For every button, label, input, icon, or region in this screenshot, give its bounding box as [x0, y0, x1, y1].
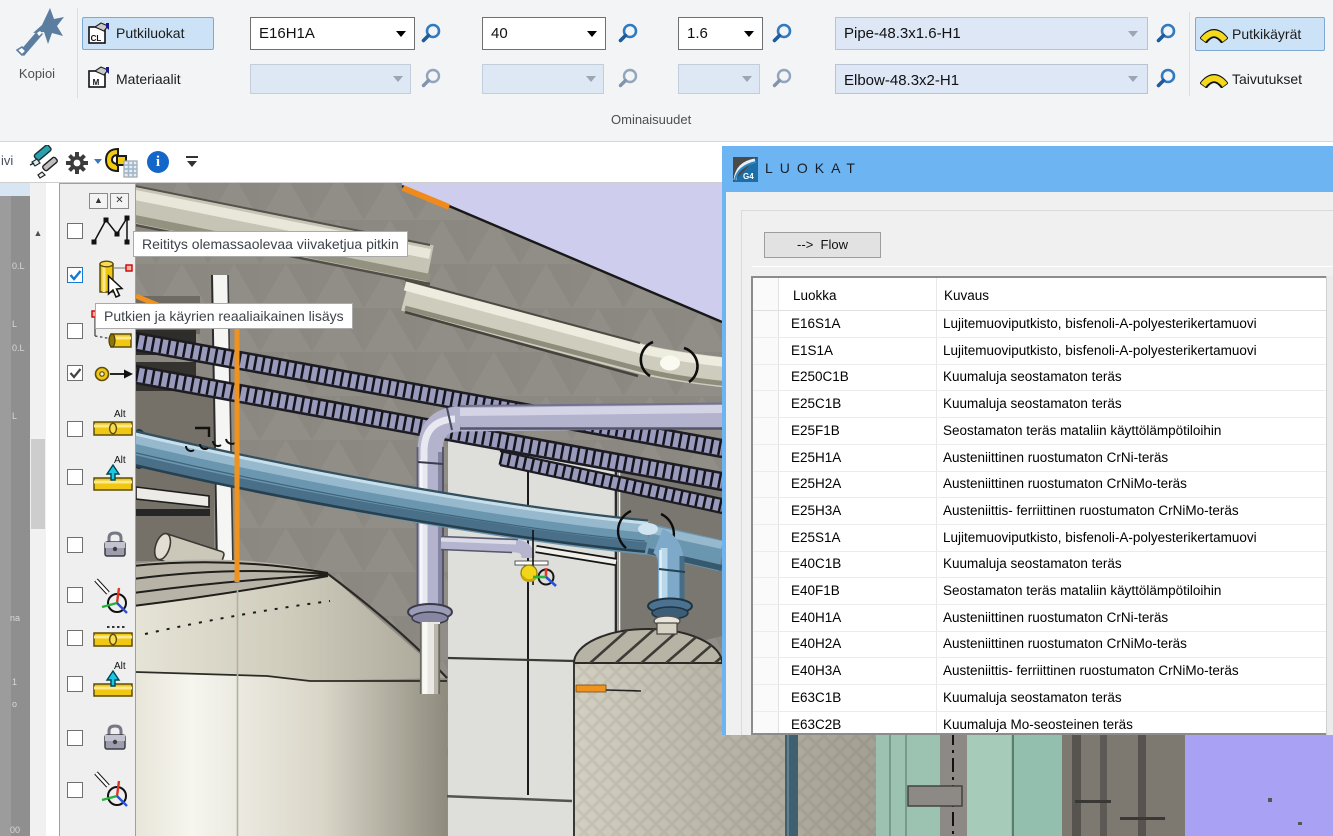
svg-text:Alt: Alt: [114, 661, 126, 672]
svg-text:G4: G4: [743, 172, 754, 181]
svg-text:M: M: [93, 78, 100, 87]
svg-text:CL: CL: [91, 34, 102, 43]
svg-text:Alt: Alt: [114, 455, 126, 466]
svg-text:Alt: Alt: [114, 409, 126, 420]
